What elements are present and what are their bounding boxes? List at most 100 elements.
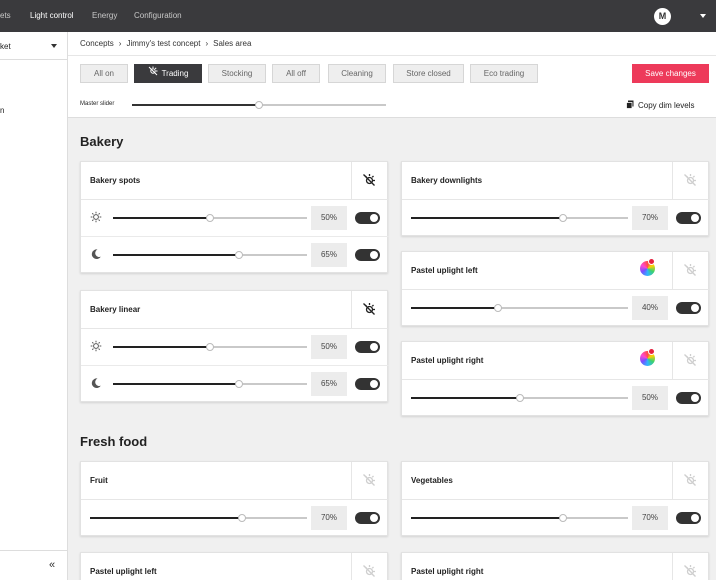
collapse-icon[interactable]: «: [49, 559, 55, 571]
light-toggle-cell[interactable]: [672, 342, 708, 380]
dim-level-value[interactable]: 70%: [632, 206, 668, 230]
mode-button-stocking[interactable]: Stocking: [208, 64, 266, 83]
dim-row: 40%: [402, 290, 710, 327]
dim-level-value[interactable]: 50%: [311, 206, 347, 230]
dim-slider-thumb[interactable]: [237, 514, 246, 522]
mode-button-store-closed[interactable]: Store closed: [393, 64, 464, 83]
dim-level-value[interactable]: 50%: [311, 335, 347, 359]
nav-item-energy[interactable]: Energy: [92, 11, 117, 20]
dim-slider[interactable]: [411, 214, 628, 222]
dim-slider-fill: [411, 397, 520, 399]
dim-slider-thumb[interactable]: [235, 380, 244, 388]
copy-icon: [626, 100, 634, 111]
light-toggle-cell[interactable]: [351, 291, 387, 329]
light-dimmed-icon: [148, 65, 158, 82]
dim-slider-thumb[interactable]: [235, 251, 244, 259]
chevron-down-icon: [51, 44, 57, 48]
light-group-card: Pastel uplight left 40%: [401, 251, 710, 327]
mode-button-cleaning[interactable]: Cleaning: [328, 64, 386, 83]
dim-slider[interactable]: [113, 251, 307, 259]
dim-slider-thumb[interactable]: [515, 394, 524, 402]
dim-slider[interactable]: [113, 214, 307, 222]
dim-level-value[interactable]: 70%: [311, 506, 347, 530]
master-slider[interactable]: [132, 101, 386, 109]
dim-slider-fill: [113, 383, 240, 385]
light-toggle-cell[interactable]: [672, 462, 708, 500]
card-header: Bakery linear: [81, 291, 389, 329]
dim-slider[interactable]: [113, 380, 307, 388]
power-toggle[interactable]: [355, 378, 380, 390]
user-avatar[interactable]: M: [654, 8, 671, 25]
light-toggle-cell[interactable]: [351, 553, 387, 580]
moon-icon: [90, 377, 102, 393]
card-header: Vegetables: [402, 462, 710, 500]
light-toggle-cell[interactable]: [672, 553, 708, 580]
dim-slider-thumb[interactable]: [558, 214, 567, 222]
power-toggle[interactable]: [355, 212, 380, 224]
moon-icon: [90, 248, 102, 264]
mode-button-all-on[interactable]: All on: [80, 64, 128, 83]
color-picker-cell[interactable]: [636, 252, 672, 290]
card-header: Bakery downlights: [402, 162, 710, 200]
save-changes-button[interactable]: Save changes: [632, 64, 709, 83]
light-group-card: Pastel uplight left: [80, 552, 388, 580]
dim-level-value[interactable]: 50%: [632, 386, 668, 410]
nav-item-configuration[interactable]: Configuration: [134, 11, 182, 20]
power-toggle[interactable]: [676, 392, 701, 404]
dim-slider[interactable]: [113, 343, 307, 351]
light-group-card: Bakery downlights 70%: [401, 161, 710, 236]
dim-slider-thumb[interactable]: [206, 214, 214, 222]
light-toggle-cell[interactable]: [351, 162, 387, 200]
section-title-bakery: Bakery: [80, 134, 124, 149]
dim-level-value[interactable]: 65%: [311, 243, 347, 267]
mode-button-eco-trading[interactable]: Eco trading: [470, 64, 538, 83]
dim-level-value[interactable]: 65%: [311, 372, 347, 396]
power-toggle[interactable]: [676, 512, 701, 524]
light-group-card: Bakery spots 50% 65%: [80, 161, 389, 273]
user-menu-chevron-down-icon[interactable]: [700, 14, 706, 18]
store-select-value: ket: [0, 42, 11, 51]
dim-slider-thumb[interactable]: [558, 514, 567, 522]
dim-slider[interactable]: [411, 304, 628, 312]
nav-item-assets[interactable]: ets: [0, 11, 11, 20]
mode-button-trading[interactable]: Trading: [134, 64, 202, 83]
light-group-card: Pastel uplight right 50%: [401, 341, 710, 416]
color-picker-cell[interactable]: [636, 342, 672, 380]
light-toggle-cell[interactable]: [351, 462, 387, 500]
power-toggle[interactable]: [355, 341, 380, 353]
toggle-knob: [691, 514, 699, 522]
sidebar-collapse[interactable]: «: [0, 550, 67, 580]
breadcrumb-concepts[interactable]: Concepts: [80, 39, 114, 48]
power-toggle[interactable]: [676, 302, 701, 314]
sidebar-item-label[interactable]: n: [0, 106, 4, 115]
master-slider-label: Master slider: [80, 101, 115, 107]
card-title: Pastel uplight left: [411, 266, 478, 275]
dim-level-value[interactable]: 70%: [632, 506, 668, 530]
dim-slider[interactable]: [90, 514, 307, 522]
toggle-knob: [370, 214, 378, 222]
master-slider-thumb[interactable]: [255, 101, 263, 109]
mode-button-all-off[interactable]: All off: [272, 64, 320, 83]
dim-slider-fill: [113, 254, 240, 256]
dim-slider-thumb[interactable]: [206, 343, 214, 351]
power-toggle[interactable]: [676, 212, 701, 224]
power-toggle[interactable]: [355, 249, 380, 261]
dim-row: 70%: [402, 500, 710, 537]
sun-icon: [90, 340, 102, 356]
breadcrumb-concept[interactable]: Jimmy's test concept: [126, 39, 200, 48]
dim-slider-fill: [411, 517, 563, 519]
color-dot-icon: [648, 258, 655, 265]
light-toggle-cell[interactable]: [672, 162, 708, 200]
dim-slider-fill: [113, 346, 210, 348]
toggle-knob: [370, 343, 378, 351]
light-toggle-cell[interactable]: [672, 252, 708, 290]
nav-item-light-control[interactable]: Light control: [30, 11, 74, 20]
toggle-knob: [370, 380, 378, 388]
dim-level-value[interactable]: 40%: [632, 296, 668, 320]
dim-slider-thumb[interactable]: [493, 304, 502, 312]
dim-slider[interactable]: [411, 514, 628, 522]
copy-dim-levels-button[interactable]: Copy dim levels: [626, 100, 694, 111]
dim-slider[interactable]: [411, 394, 628, 402]
power-toggle[interactable]: [355, 512, 380, 524]
store-select[interactable]: ket: [0, 32, 67, 60]
